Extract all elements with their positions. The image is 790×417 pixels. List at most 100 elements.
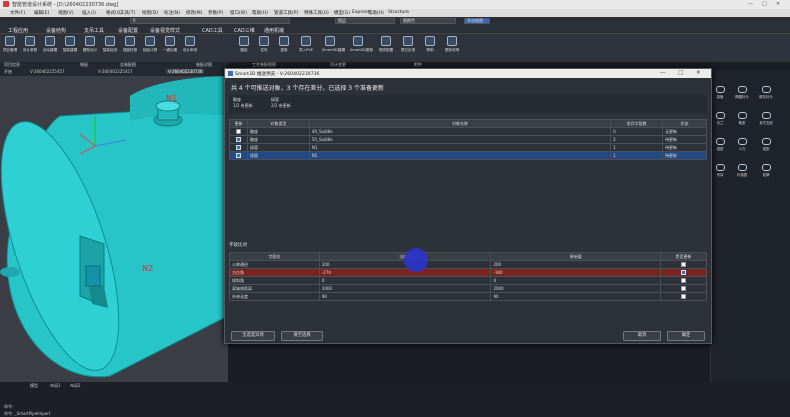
palette-ellipse-head[interactable]: 椭圆封头 (733, 86, 751, 99)
table-row[interactable]: 鞍座 50_Saddle 2 待更新 (229, 135, 707, 144)
ribbon-btn-check[interactable]: 智能检查 (102, 36, 118, 53)
palette-dish-head[interactable]: 碟形封头 (757, 86, 775, 99)
row-checkbox[interactable] (235, 137, 241, 143)
doc-tab-file-active[interactable]: V-260402230736 (166, 69, 205, 74)
dialog-minimize-icon[interactable]: — (660, 70, 666, 76)
ribbon-btn-sheet[interactable]: 图纸 (236, 36, 252, 53)
tab-project-app[interactable]: 工程应用 (8, 27, 28, 34)
draw-toggle-button[interactable]: 开启绘图 (464, 18, 490, 24)
ribbon-btn-model-design[interactable]: 模型设计 (82, 36, 98, 53)
field-row[interactable]: 公称通径 200 200 (229, 260, 707, 269)
field-update-checkbox[interactable] (681, 262, 687, 268)
palette-manhole[interactable]: 人孔 (733, 138, 751, 151)
clear-selection-button[interactable]: 清空选择 (281, 331, 323, 341)
field-update-checkbox[interactable] (681, 278, 687, 284)
menu-express[interactable]: Express (352, 10, 370, 15)
tab-equipment-config[interactable]: 设备配置 (118, 27, 138, 34)
ribbon-btn-smart3d-model[interactable]: Smart3D建模 (322, 36, 345, 53)
maximize-icon[interactable]: □ (762, 1, 767, 7)
field-row[interactable]: 外伸长度 90 90 (229, 292, 707, 301)
row-checkbox[interactable] (235, 129, 241, 135)
row-checkbox[interactable] (235, 153, 241, 159)
menu-structure[interactable]: Structure (388, 10, 409, 15)
row-checkbox[interactable] (235, 145, 241, 151)
menu-model[interactable]: 模型(G) (334, 10, 350, 16)
palette-skirt-2[interactable]: 裙座 (757, 138, 775, 151)
select-all-diff-button[interactable]: 全选差异项 (231, 331, 275, 341)
color-select[interactable]: 随颜色 (400, 18, 456, 24)
linetype-select[interactable]: 随层 (335, 18, 395, 24)
dialog-close-icon[interactable]: ✕ (696, 70, 701, 76)
ribbon-btn-changelog[interactable]: 更新说明 (444, 36, 460, 53)
field-row-changed[interactable]: 方位角 -270 -180 (229, 268, 707, 277)
menu-help-2[interactable]: 帮助(H) (368, 10, 384, 16)
layout-tab-2[interactable]: 布局2 (70, 383, 81, 389)
table-row-selected[interactable]: 接管 N2 1 待更新 (229, 151, 707, 160)
minimize-icon[interactable]: — (748, 1, 753, 7)
doc-tab-project-info[interactable]: 项目信息 (4, 62, 20, 68)
ribbon-btn-help[interactable]: 帮助 (422, 36, 438, 53)
ribbon-btn-smart3d-update[interactable]: Smart3D更新 (350, 36, 373, 53)
doc-tab-start[interactable]: 开始 (4, 69, 12, 75)
table-row[interactable]: 鞍座 49_Saddle 0 无更新 (229, 127, 707, 136)
layout-tab-model[interactable]: 模型 (30, 383, 38, 389)
field-row[interactable]: 倾斜角 0 0 (229, 276, 707, 285)
palette-nameplate[interactable]: 铭牌 (757, 164, 775, 177)
palette-lug-support[interactable]: 耳式支座 (757, 112, 775, 125)
doc-tab-assembly[interactable]: 装配 (80, 62, 88, 68)
doc-tab-general-assembly[interactable]: 总装配图 (120, 62, 136, 68)
menu-special-tools[interactable]: 特殊工具(U) (304, 10, 329, 16)
close-icon[interactable]: ✕ (776, 1, 780, 7)
menu-edit[interactable]: 编辑(E) (34, 10, 49, 16)
menu-window[interactable]: 窗口(W) (230, 10, 247, 16)
palette-skirt[interactable]: 裙座 (711, 138, 729, 151)
ribbon-btn-drawing[interactable]: 一键出图 (162, 36, 178, 53)
field-row[interactable]: 离轴线距离 2000 2000 (229, 284, 707, 293)
ribbon-btn-smart-model[interactable]: 智能建模 (62, 36, 78, 53)
doc-tab-file-1[interactable]: V-260402225457 (30, 69, 64, 74)
palette-lifting-lug[interactable]: 吊耳 (711, 164, 729, 177)
doc-tab-assembly-detail[interactable]: 装配详图 (196, 62, 212, 68)
palette-flange[interactable]: 法兰 (711, 112, 729, 125)
field-update-checkbox[interactable] (681, 294, 687, 300)
table-row[interactable]: 接管 N1 1 待更新 (229, 143, 707, 152)
ribbon-btn-publish[interactable]: 发布 (256, 36, 272, 53)
menu-param[interactable]: 参数(P) (208, 10, 223, 16)
ribbon-btn-strength[interactable]: 强度校核 (122, 36, 138, 53)
menu-view[interactable]: 视图(V) (58, 10, 74, 16)
field-update-checkbox[interactable] (681, 270, 687, 276)
doc-tab-file-2[interactable]: V-260402225457 (98, 69, 132, 74)
palette-reinforcing-pad[interactable]: 补强圈 (733, 164, 751, 177)
palette-saddle[interactable]: 鞍座 (733, 112, 751, 125)
menu-pipe-tools[interactable]: 管道工具(P) (274, 10, 298, 16)
cancel-button[interactable]: 取消 (623, 331, 661, 341)
ribbon-btn-auto-model[interactable]: 自动建模 (42, 36, 58, 53)
ribbon-btn-update[interactable]: 更新 (276, 36, 292, 53)
menu-draw[interactable]: 绘图(D) (142, 10, 158, 16)
menu-insert[interactable]: 插入(I) (82, 10, 96, 16)
ribbon-btn-rules[interactable]: 规则配置 (378, 36, 394, 53)
tab-general-machinery[interactable]: 通用机械 (264, 27, 284, 34)
ribbon-btn-feedback[interactable]: 提交反馈 (400, 36, 416, 53)
ribbon-btn-params[interactable]: 设计参数 (22, 36, 38, 53)
tab-support-tools[interactable]: 支吊工具 (84, 27, 104, 34)
tab-equipment-structure[interactable]: 设备结构 (46, 27, 66, 34)
ribbon-btn-deflection[interactable]: 绕曲计算 (142, 36, 158, 53)
command-line-2[interactable]: 命令: _SmartPipeImport (4, 411, 50, 417)
tab-visual-style[interactable]: 设备视觉样式 (150, 27, 180, 34)
ribbon-btn-project[interactable]: 项目管理 (2, 36, 18, 53)
field-update-checkbox[interactable] (681, 286, 687, 292)
menu-tools[interactable]: 工具(T) (120, 10, 135, 16)
palette-nozzle[interactable]: 接管 (711, 86, 729, 99)
ribbon-btn-import-pve[interactable]: 导入PVE (298, 36, 314, 53)
menu-file[interactable]: 文件(F) (10, 10, 25, 16)
menu-help[interactable]: 帮助(H) (252, 10, 268, 16)
model-viewport[interactable]: N1 N2 (0, 76, 228, 382)
ok-button[interactable]: 确定 (667, 331, 705, 341)
tab-cad-3d[interactable]: CAD三维 (234, 27, 255, 34)
menu-dimension[interactable]: 标注(N) (164, 10, 180, 16)
dialog-maximize-icon[interactable]: □ (678, 70, 683, 76)
layout-tab-1[interactable]: 布局1 (50, 383, 61, 389)
ribbon-btn-review[interactable]: 设计审查 (182, 36, 198, 53)
tab-cad-tools[interactable]: CAD工具 (202, 27, 223, 34)
